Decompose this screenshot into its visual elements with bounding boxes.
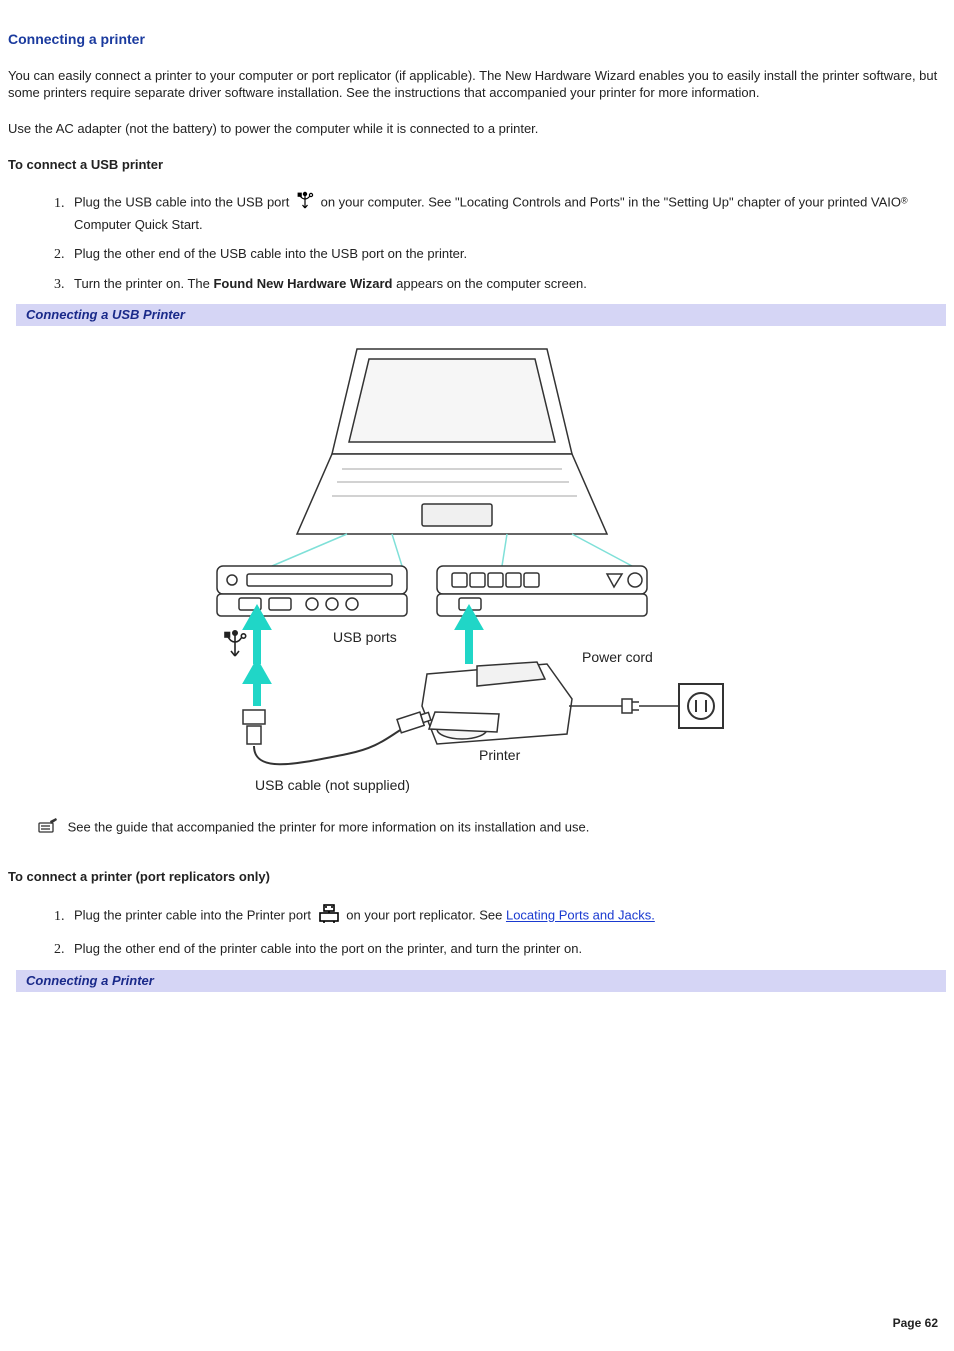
note-line: See the guide that accompanied the print…	[38, 818, 946, 839]
usb-step-1b: on your computer. See "Locating Controls…	[321, 195, 901, 210]
page-title: Connecting a printer	[8, 30, 946, 49]
figure-caption-usb: Connecting a USB Printer	[12, 304, 946, 326]
usb-step-3-bold: Found New Hardware Wizard	[213, 276, 392, 291]
usb-step-3c: appears on the computer screen.	[393, 276, 587, 291]
usb-trident-icon	[296, 191, 314, 216]
usb-step-1: Plug the USB cable into the USB port on …	[68, 191, 946, 233]
intro-paragraph-1: You can easily connect a printer to your…	[8, 67, 946, 102]
note-pencil-icon	[38, 818, 58, 839]
label-usb-cable: USB cable (not supplied)	[255, 776, 410, 795]
label-printer: Printer	[479, 746, 520, 765]
usb-steps-list: Plug the USB cable into the USB port on …	[34, 191, 946, 292]
section-usb-title: To connect a USB printer	[8, 156, 946, 174]
intro-paragraph-2: Use the AC adapter (not the battery) to …	[8, 120, 946, 138]
figure-caption-printer: Connecting a Printer	[12, 970, 946, 992]
usb-step-3: Turn the printer on. The Found New Hardw…	[68, 275, 946, 293]
figure-usb-printer: USB ports Power cord Printer USB cable (…	[177, 334, 777, 794]
usb-step-2: Plug the other end of the USB cable into…	[68, 245, 946, 263]
section-replicator-title: To connect a printer (port replicators o…	[8, 868, 946, 886]
label-usb-ports: USB ports	[333, 628, 397, 647]
registered-mark: ®	[901, 196, 908, 206]
usb-step-3a: Turn the printer on. The	[74, 276, 213, 291]
document-page: Connecting a printer You can easily conn…	[0, 0, 954, 1351]
figure-svg	[177, 334, 777, 794]
page-number: Page 62	[893, 1315, 938, 1331]
note-text: See the guide that accompanied the print…	[68, 820, 590, 835]
link-locating-ports[interactable]: Locating Ports and Jacks.	[506, 908, 655, 923]
usb-step-1c: Computer Quick Start.	[74, 217, 203, 232]
printer-port-icon	[318, 904, 340, 929]
rep-step-1: Plug the printer cable into the Printer …	[68, 904, 946, 929]
replicator-steps-list: Plug the printer cable into the Printer …	[34, 904, 946, 958]
rep-step-2: Plug the other end of the printer cable …	[68, 940, 946, 958]
rep-step-1b: on your port replicator. See	[346, 908, 506, 923]
label-power-cord: Power cord	[582, 648, 653, 667]
rep-step-1a: Plug the printer cable into the Printer …	[74, 908, 315, 923]
usb-step-1a: Plug the USB cable into the USB port	[74, 195, 293, 210]
